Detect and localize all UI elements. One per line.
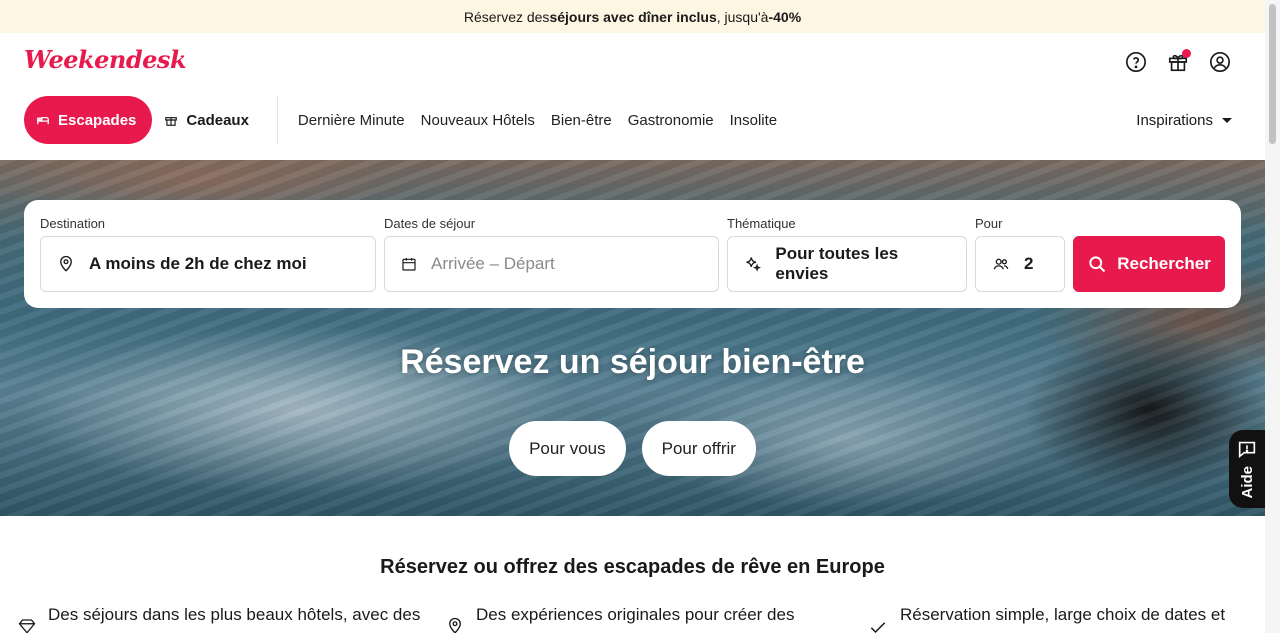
- search-button-label: Rechercher: [1117, 254, 1211, 273]
- promo-bold: séjours avec dîner inclus: [549, 8, 717, 25]
- feature-item: Des séjours dans les plus beaux hôtels, …: [18, 605, 420, 633]
- site-header: Weekendesk Escapades Cadeaux Dernière Mi…: [0, 33, 1265, 160]
- theme-value: Pour toutes les envies: [775, 244, 899, 283]
- pour-offrir-button[interactable]: Pour offrir: [641, 421, 756, 476]
- gift-icon[interactable]: [1165, 49, 1191, 75]
- nav-link-bien-etre[interactable]: Bien-être: [551, 112, 612, 129]
- promo-banner[interactable]: Réservez des séjours avec dîner inclus, …: [0, 0, 1265, 33]
- nav-link-derniere-minute[interactable]: Dernière Minute: [298, 112, 405, 129]
- destination-label: Destination: [40, 216, 106, 231]
- nav-link-insolite[interactable]: Insolite: [730, 112, 778, 129]
- dates-label: Dates de séjour: [384, 216, 476, 231]
- users-icon: [993, 258, 1009, 270]
- feature-text-1: Des séjours dans les plus beaux hôtels, …: [48, 605, 421, 624]
- destination-field[interactable]: A moins de 2h de chez moi: [40, 236, 376, 292]
- destination-value: A moins de 2h de chez moi: [89, 254, 307, 273]
- help-label: Aide: [1238, 466, 1256, 499]
- help-tab[interactable]: Aide: [1229, 430, 1265, 508]
- inspirations-label: Inspirations: [1136, 112, 1213, 129]
- feature-item: Des expériences originales pour créer de…: [446, 605, 794, 633]
- feature-text-2: Des expériences originales pour créer de…: [476, 605, 795, 624]
- guests-field[interactable]: 2: [975, 236, 1065, 292]
- scrollbar[interactable]: [1265, 0, 1280, 633]
- logo[interactable]: Weekendesk: [24, 45, 187, 74]
- help-circle-icon[interactable]: [1123, 49, 1149, 75]
- feature-item: Réservation simple, large choix de dates…: [868, 605, 1225, 633]
- map-pin-icon: [60, 255, 72, 272]
- diamond-icon: [18, 619, 36, 633]
- caret-down-icon: [1222, 117, 1232, 123]
- nav-link-gastronomie[interactable]: Gastronomie: [628, 112, 714, 129]
- gift-small-icon: [165, 117, 178, 126]
- user-circle-icon[interactable]: [1207, 49, 1233, 75]
- nav-divider: [276, 96, 278, 144]
- guests-value: 2: [1024, 254, 1034, 273]
- chat-bubble-icon: [1238, 441, 1256, 459]
- nav-escapades-button[interactable]: Escapades: [24, 96, 153, 144]
- theme-label: Thématique: [727, 216, 796, 231]
- sparkle-icon: [746, 257, 762, 272]
- feature-text-3: Réservation simple, large choix de dates…: [900, 605, 1226, 624]
- nav-escapades-label: Escapades: [58, 111, 137, 129]
- nav-cadeaux-label: Cadeaux: [186, 111, 249, 129]
- calendar-icon: [402, 258, 416, 271]
- scrollbar-thumb[interactable]: [1269, 4, 1276, 144]
- inspirations-dropdown[interactable]: Inspirations: [1136, 112, 1233, 129]
- promo-middle: , jusqu'à: [716, 8, 769, 25]
- pour-vous-button[interactable]: Pour vous: [509, 421, 626, 476]
- theme-field[interactable]: Pour toutes les envies: [727, 236, 967, 292]
- hero-buttons: Pour vous Pour offrir: [0, 421, 1265, 476]
- dates-field[interactable]: Arrivée – Départ: [384, 236, 719, 292]
- main-nav: Escapades Cadeaux Dernière Minute Nouvea…: [24, 96, 793, 144]
- section-title: Réservez ou offrez des escapades de rêve…: [380, 556, 885, 578]
- bed-icon: [37, 117, 49, 125]
- search-form: Destination A moins de 2h de chez moi Da…: [24, 200, 1241, 308]
- search-icon: [1089, 256, 1106, 273]
- promo-discount: -40%: [768, 8, 802, 25]
- guests-label: Pour: [975, 216, 1003, 231]
- search-button[interactable]: Rechercher: [1073, 236, 1225, 292]
- nav-cadeaux-button[interactable]: Cadeaux: [160, 112, 253, 129]
- dates-placeholder: Arrivée – Départ: [431, 254, 555, 273]
- notification-dot: [1182, 49, 1191, 58]
- nav-link-nouveaux-hotels[interactable]: Nouveaux Hôtels: [421, 112, 535, 129]
- promo-prefix: Réservez des: [463, 8, 550, 25]
- hero-title: Réservez un séjour bien-être: [400, 343, 865, 381]
- header-icons: [1123, 49, 1233, 75]
- map-pin-icon: [449, 617, 461, 633]
- check-icon: [870, 622, 886, 633]
